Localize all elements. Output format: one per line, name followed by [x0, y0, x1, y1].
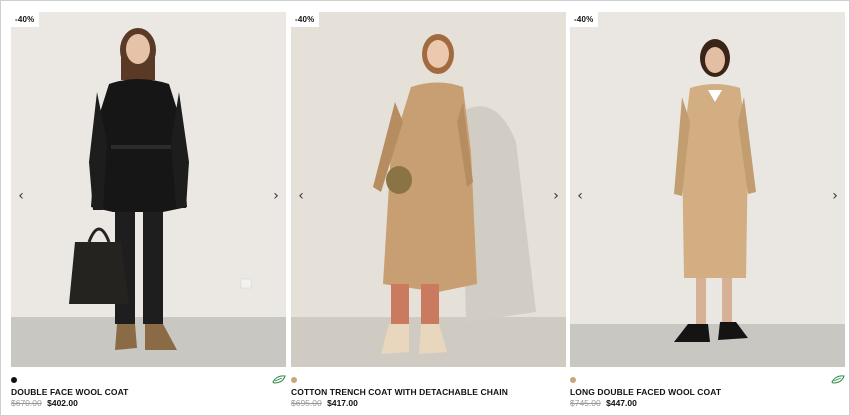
- product-info: LONG DOUBLE FACED WOOL COAT $745.00 $447…: [570, 367, 845, 412]
- product-name[interactable]: LONG DOUBLE FACED WOOL COAT: [570, 387, 721, 397]
- product-card[interactable]: -40% ‹ › COTTON TRENCH COAT WITH DETACHA…: [291, 12, 566, 412]
- chevron-right-icon[interactable]: ›: [549, 188, 563, 204]
- product-photo-trench-coat: [291, 12, 566, 367]
- discount-badge: -40%: [11, 12, 40, 27]
- sale-price: $417.00: [327, 398, 358, 408]
- product-name[interactable]: DOUBLE FACE WOOL COAT: [11, 387, 128, 397]
- original-price: $745.00: [570, 398, 601, 408]
- product-price: $670.00 $402.00: [11, 398, 78, 408]
- discount-badge: -40%: [570, 12, 599, 27]
- product-card[interactable]: -40% ‹ › DOUBLE FACE WOOL COAT $670.00 $…: [11, 12, 286, 412]
- original-price: $695.00: [291, 398, 322, 408]
- chevron-left-icon[interactable]: ‹: [573, 188, 587, 204]
- product-photo-camel-coat: [570, 12, 845, 367]
- product-price: $695.00 $417.00: [291, 398, 358, 408]
- product-image[interactable]: -40% ‹ ›: [570, 12, 845, 367]
- sale-price: $447.00: [606, 398, 637, 408]
- product-image[interactable]: -40% ‹ ›: [291, 12, 566, 367]
- chevron-right-icon[interactable]: ›: [269, 188, 283, 204]
- color-swatch[interactable]: [11, 377, 17, 383]
- original-price: $670.00: [11, 398, 42, 408]
- product-name[interactable]: COTTON TRENCH COAT WITH DETACHABLE CHAIN: [291, 387, 508, 397]
- discount-badge: -40%: [291, 12, 320, 27]
- sale-price: $402.00: [47, 398, 78, 408]
- product-photo-black-coat: [11, 12, 286, 367]
- eco-leaf-icon: [831, 375, 845, 384]
- color-swatch[interactable]: [570, 377, 576, 383]
- chevron-left-icon[interactable]: ‹: [14, 188, 28, 204]
- color-swatch[interactable]: [291, 377, 297, 383]
- chevron-left-icon[interactable]: ‹: [294, 188, 308, 204]
- chevron-right-icon[interactable]: ›: [828, 188, 842, 204]
- eco-leaf-icon: [272, 375, 286, 384]
- product-info: COTTON TRENCH COAT WITH DETACHABLE CHAIN…: [291, 367, 566, 412]
- product-price: $745.00 $447.00: [570, 398, 637, 408]
- product-info: DOUBLE FACE WOOL COAT $670.00 $402.00: [11, 367, 286, 412]
- product-card[interactable]: -40% ‹ › LONG DOUBLE FACED WOOL COAT $74…: [570, 12, 845, 412]
- product-image[interactable]: -40% ‹ ›: [11, 12, 286, 367]
